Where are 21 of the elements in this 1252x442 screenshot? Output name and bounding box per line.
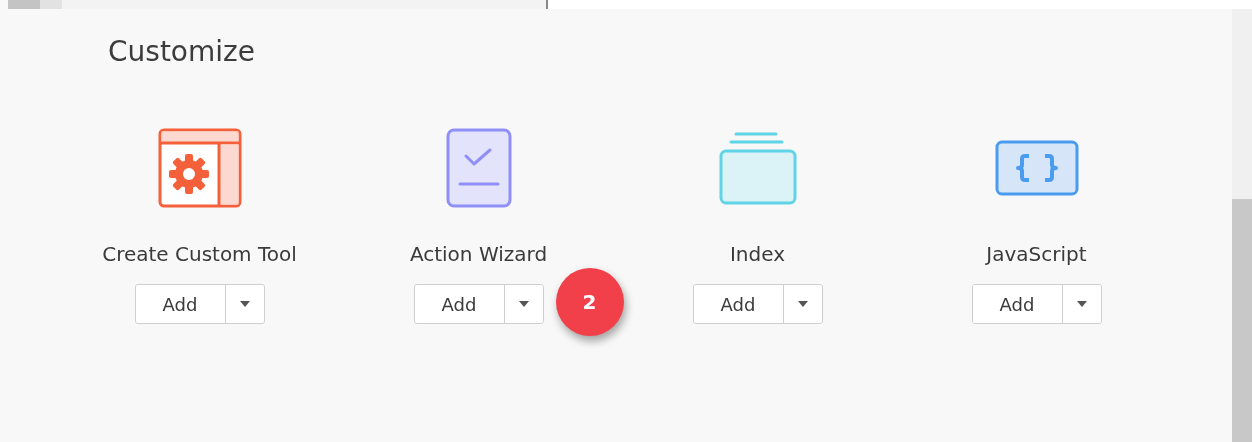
caret-icon [797, 301, 808, 307]
stacked-tray-icon[interactable] [718, 131, 797, 205]
tool-name: JavaScript [986, 242, 1087, 266]
tool-name: Action Wizard [409, 242, 548, 266]
caret-icon [1076, 301, 1087, 307]
caret-icon [518, 301, 529, 307]
tool-name: Index [729, 242, 786, 266]
checkmark-document-icon[interactable] [445, 128, 512, 208]
add-button[interactable]: Add [135, 285, 226, 323]
scrollbar-thumb[interactable] [1232, 199, 1252, 442]
pane-edge [8, 0, 40, 9]
gear-window-icon[interactable] [157, 128, 242, 208]
add-button[interactable]: Add [972, 285, 1063, 323]
step-badge: 2 [555, 268, 624, 336]
caret-icon [239, 301, 250, 307]
add-button[interactable]: Add [414, 285, 505, 323]
add-button[interactable]: Add [693, 285, 784, 323]
tool-name: Create Custom Tool [102, 242, 297, 266]
scrollbar[interactable] [1232, 9, 1252, 442]
section-title: Customize [108, 35, 255, 68]
curly-braces-icon[interactable] [994, 140, 1079, 196]
